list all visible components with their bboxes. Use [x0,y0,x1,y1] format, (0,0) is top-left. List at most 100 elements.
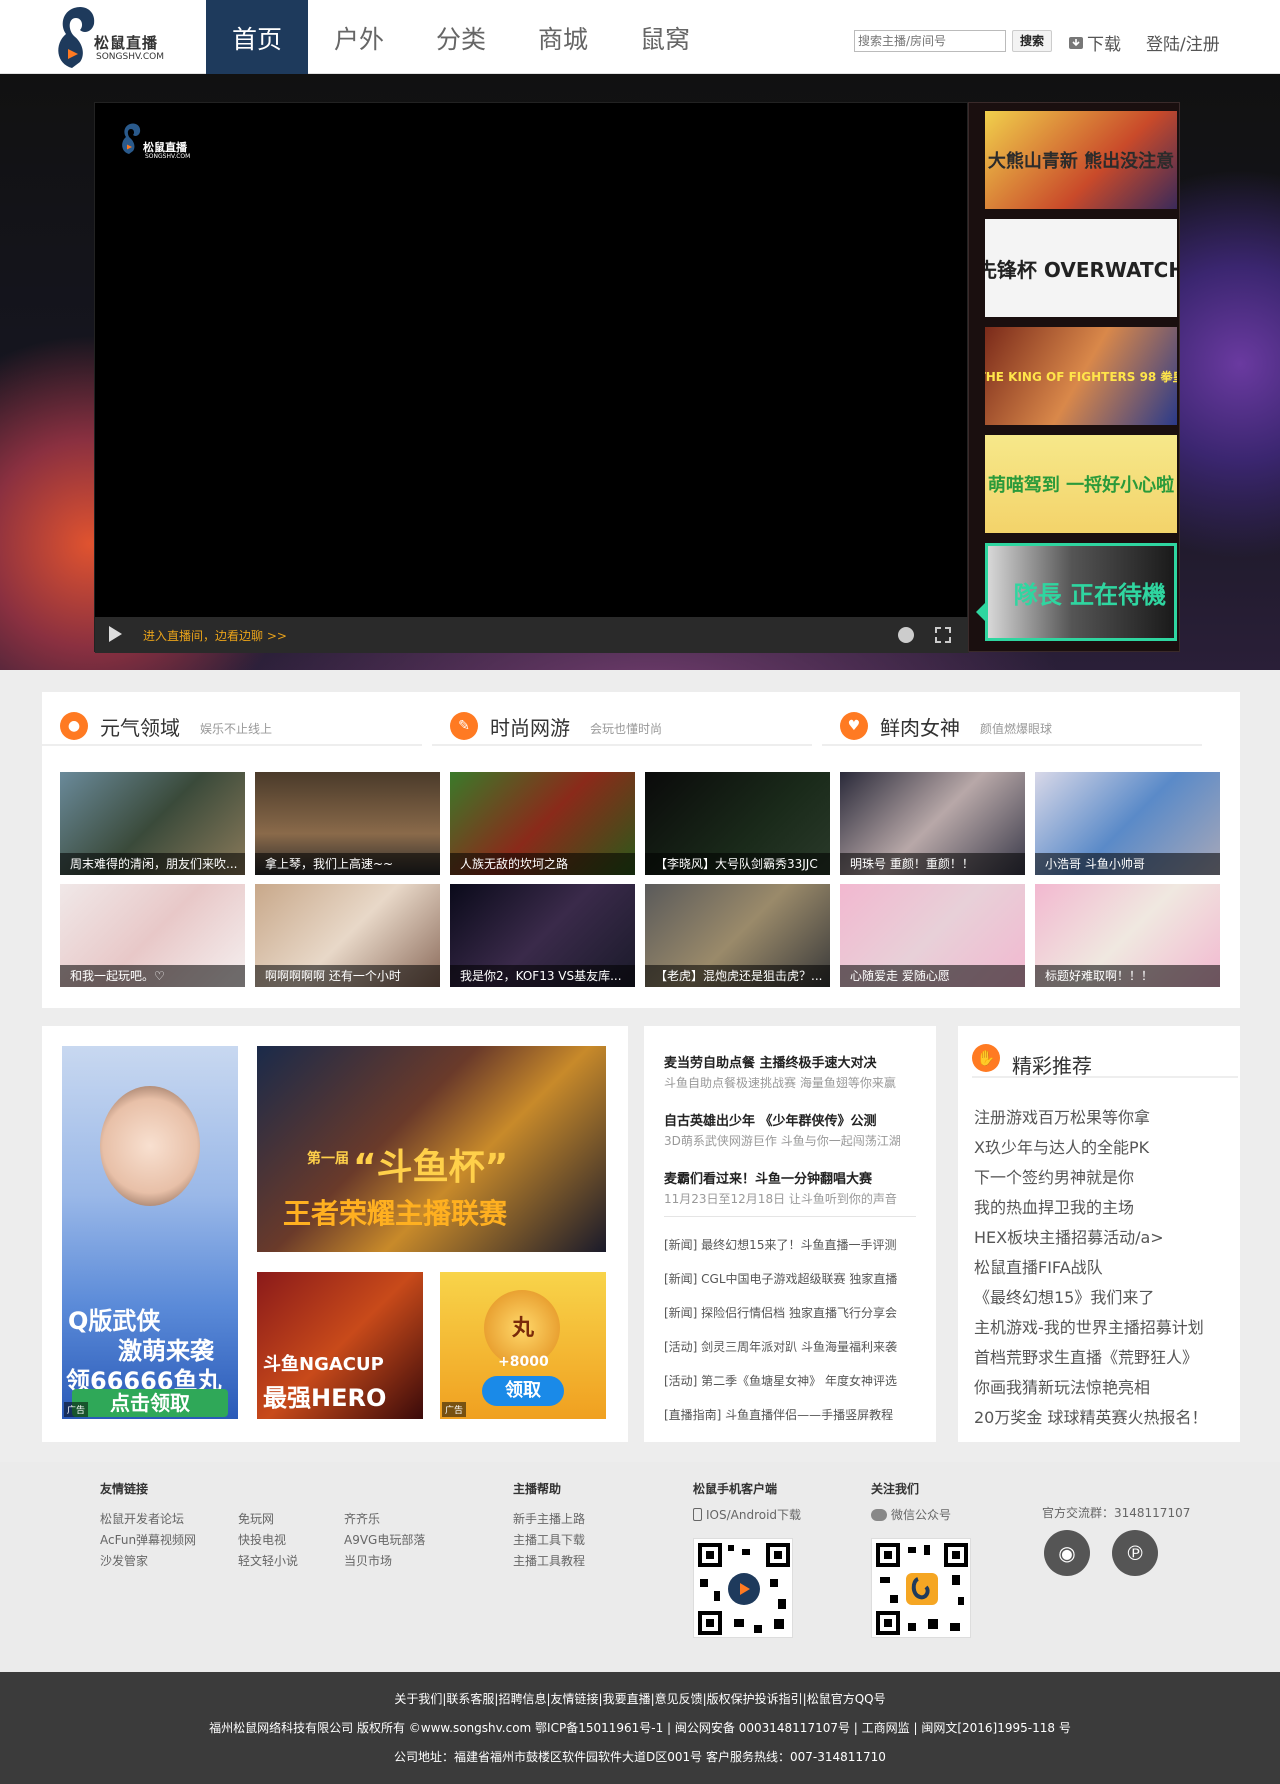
footer-link[interactable]: 轻文轻小说 [238,1552,298,1569]
news-list-item[interactable]: [直播指南] 斗鱼直播伴侣——手播竖屏教程 [664,1406,893,1423]
nav-item-outdoor[interactable]: 户外 [308,0,410,74]
nav-item-home[interactable]: 首页 [206,0,308,74]
recommend-item[interactable]: 松鼠直播FIFA战队 [974,1254,1103,1278]
footer-link[interactable]: 快投电视 [238,1531,286,1548]
play-icon[interactable] [109,626,122,642]
nav-item-mall[interactable]: 商城 [512,0,614,74]
stream-card[interactable]: 拿上琴，我们上高速~~ [255,772,440,875]
footer-link[interactable]: 齐齐乐 [344,1510,380,1527]
category-subtitle: 会玩也懂时尚 [590,722,663,736]
nav-item-nest[interactable]: 鼠窝 [614,0,716,74]
fullscreen-icon[interactable] [935,627,951,643]
recommend-item[interactable]: 《最终幻想15》我们来了 [974,1284,1154,1308]
featured-thumb-4[interactable]: 萌喵驾到 一捋好小心啦 [985,435,1177,533]
search-input[interactable] [854,30,1006,52]
featured-thumb-3[interactable]: THE KING OF FIGHTERS 98 拳皇 [985,327,1177,425]
stream-card[interactable]: 我是你2，KOF13 VS基友库... [450,884,635,987]
player-watermark-logo: 松鼠直播 SONGSHV.COM [119,121,209,171]
recommend-item[interactable]: 我的热血捍卫我的主场 [974,1194,1134,1218]
ad-banner-fishball[interactable]: 丸 +8000 领取 广告 [440,1272,606,1419]
stream-card[interactable]: 【李晓风】大号队剑霸秀33JJC [645,772,830,875]
login-register-link[interactable]: 登陆/注册 [1146,30,1220,55]
footer-bottom-links[interactable]: 关于我们|联系客服|招聘信息|友情链接|我要直播|意见反馈|版权保护投诉指引|松… [0,1690,1280,1707]
stream-card[interactable]: 心随爱走 爱随心愿 [840,884,1025,987]
footer-copyright: 福州松鼠网络科技有限公司 版权所有 ©www.songshv.com 鄂ICP备… [209,1721,1071,1735]
footer-app-download[interactable]: IOS/Android下载 [693,1506,801,1523]
featured-thumb-5[interactable]: 隊長 正在待機 [985,543,1177,641]
ad-claim-button[interactable]: 领取 [482,1376,564,1406]
category-header-3[interactable]: ♥ 鲜肉女神 颜值燃爆眼球 [822,710,1202,746]
ad-text: “斗鱼杯” [353,1147,509,1188]
recommend-header: ✋ 精彩推荐 [972,1044,1238,1078]
recommend-item[interactable]: 主机游戏-我的世界主播招募计划 [974,1314,1204,1338]
featured-thumb-text: 大熊山青新 熊出没注意 [987,151,1175,172]
footer-link[interactable]: 当贝市场 [344,1552,392,1569]
stream-card[interactable]: 小浩哥 斗鱼小帅哥 [1035,772,1220,875]
recommend-item[interactable]: HEX板块主播招募活动/a> [974,1224,1164,1248]
footer-help-link[interactable]: 主播工具下载 [513,1531,585,1548]
stream-card[interactable]: 标题好难取啊！！！ [1035,884,1220,987]
ad-claim-button[interactable]: 点击领取 [72,1389,228,1417]
stream-card-title: 【李晓风】大号队剑霸秀33JJC [645,853,830,875]
category-header-2[interactable]: ✎ 时尚网游 会玩也懂时尚 [432,710,812,746]
news-list-item[interactable]: [活动] 剑灵三周年派对趴 斗鱼海量福利来袭 [664,1338,897,1355]
stream-card[interactable]: 【老虎】混炮虎还是狙击虎？... [645,884,830,987]
wechat-qr-code [871,1538,971,1638]
site-logo[interactable]: 松鼠直播 SONGSHV.COM [52,4,172,72]
footer-wechat-link[interactable]: 微信公众号 [871,1506,951,1523]
news-headline[interactable]: 麦当劳自助点餐 主播终极手速大对决 [664,1052,877,1071]
recommend-item[interactable]: 首档荒野求生直播《荒野狂人》 [974,1344,1198,1368]
ad-tag: 广告 [442,1402,467,1417]
logo-subtext: SONGSHV.COM [96,52,164,62]
weibo-icon[interactable]: ◉ [1044,1530,1090,1576]
recommend-item[interactable]: 你画我猜新玩法惊艳亮相 [974,1374,1150,1398]
news-headline-sub: 11月23日至12月18日 让斗鱼听到你的声音 [664,1192,897,1206]
recommend-item[interactable]: 20万奖金 球球精英赛火热报名！ [974,1404,1207,1428]
selected-arrow-icon [976,603,985,621]
ad-banner-ngacup[interactable]: 斗鱼NGACUP 最强HERO [257,1272,423,1419]
stream-card[interactable]: 明珠号 重颜！重颜！！ [840,772,1025,875]
footer-help-link[interactable]: 新手主播上路 [513,1510,585,1527]
footer-help-link[interactable]: 主播工具教程 [513,1552,585,1569]
stream-card[interactable]: 啊啊啊啊啊 还有一个小时 [255,884,440,987]
news-list-item[interactable]: [新闻] CGL中国电子游戏超级联赛 独家直播 [664,1270,897,1287]
news-list-item[interactable]: [新闻] 探险侣行情侣档 独家直播飞行分享会 [664,1304,897,1321]
featured-thumb-1[interactable]: 大熊山青新 熊出没注意 [985,111,1177,209]
news-headline[interactable]: 麦霸们看过来！斗鱼一分钟翻唱大赛 [664,1168,872,1187]
video-player[interactable]: 松鼠直播 SONGSHV.COM 进入直播间，边看边聊 >> [94,102,969,653]
stream-card[interactable]: 周末难得的清闲，朋友们来吹... [60,772,245,875]
recommend-item[interactable]: X玖少年与达人的全能PK [974,1134,1149,1158]
stream-card-title: 明珠号 重颜！重颜！！ [840,853,1025,875]
ad-banner-tournament[interactable]: 第一届 “斗鱼杯” 王者荣耀主播联赛 [257,1046,606,1252]
stream-card-title: 和我一起玩吧。♡ [60,965,245,987]
volume-icon[interactable] [898,627,914,643]
footer-link[interactable]: 免玩网 [238,1510,274,1527]
news-list-item[interactable]: [活动] 第二季《鱼塘星女神》 年度女神评选 [664,1372,897,1389]
footer-link[interactable]: 沙发管家 [100,1552,148,1569]
hero-section: 松鼠直播 SONGSHV.COM 进入直播间，边看边聊 >> 大熊山青新 熊出没… [0,74,1280,670]
divider [664,1216,916,1217]
stream-card[interactable]: 人族无敌的坎坷之路 [450,772,635,875]
stream-card[interactable]: 和我一起玩吧。♡ [60,884,245,987]
ad-text: 斗鱼NGACUP [263,1354,384,1375]
news-headline[interactable]: 自古英雄出少年 《少年群侠传》公测 [664,1110,877,1129]
ad-banner-left[interactable]: Q版武侠 激萌来袭 领66666鱼丸 点击领取 广告 [62,1046,238,1419]
featured-thumb-2[interactable]: 先锋杯 OVERWATCH [985,219,1177,317]
search-button[interactable]: 搜索 [1012,30,1052,52]
category-title: 元气领域 [100,716,180,740]
footer-app-sub: IOS/Android下载 [706,1508,802,1522]
category-header-1[interactable]: ● 元气领域 娱乐不止线上 [42,710,422,746]
category-subtitle: 颜值燃爆眼球 [980,722,1053,736]
download-link[interactable]: 下载 [1068,30,1121,55]
tieba-icon[interactable]: ℗ [1112,1530,1158,1576]
footer-link[interactable]: 松鼠开发者论坛 [100,1510,184,1527]
recommend-item[interactable]: 下一个签约男神就是你 [974,1164,1134,1188]
footer-link[interactable]: A9VG电玩部落 [344,1531,425,1548]
nav-item-category[interactable]: 分类 [410,0,512,74]
ad-text: +8000 [498,1354,549,1370]
footer-link[interactable]: AcFun弹幕视频网 [100,1531,196,1548]
footer: 友情链接 松鼠开发者论坛 AcFun弹幕视频网 沙发管家 免玩网 快投电视 轻文… [0,1462,1280,1672]
recommend-item[interactable]: 注册游戏百万松果等你拿 [974,1104,1150,1128]
news-list-item[interactable]: [新闻] 最终幻想15来了！斗鱼直播一手评测 [664,1236,896,1253]
enter-room-link[interactable]: 进入直播间，边看边聊 >> [143,627,287,644]
